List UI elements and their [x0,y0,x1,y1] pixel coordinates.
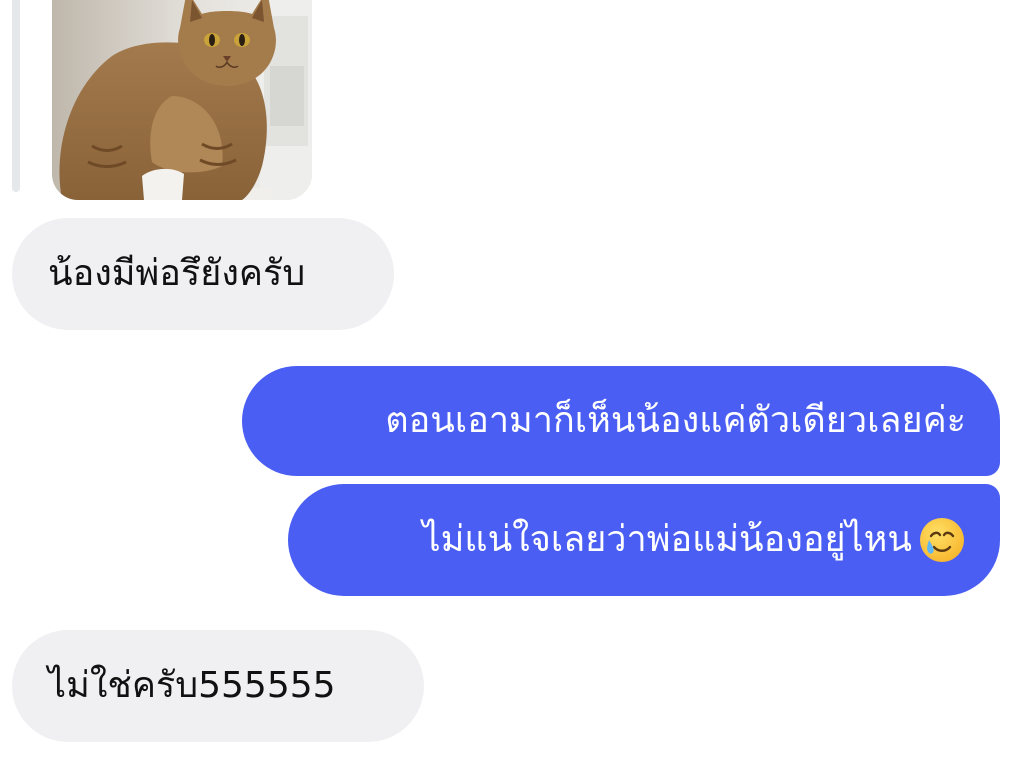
incoming-message-bubble[interactable]: น้องมีพ่อรึยังครับ [12,218,394,330]
message-text: ไม่แน่ใจเลยว่าพ่อแม่น้องอยู่ไหน [422,519,912,560]
outgoing-message-bubble[interactable]: ตอนเอามาก็เห็นน้องแค่ตัวเดียวเลยค่ะ [242,366,1000,476]
message-text: ไม่ใช่ครับ555555 [48,665,336,706]
outgoing-message-bubble[interactable]: ไม่แน่ใจเลยว่าพ่อแม่น้องอยู่ไหน [288,484,1000,596]
incoming-message-bubble[interactable]: ไม่ใช่ครับ555555 [12,630,424,742]
message-text: ตอนเอามาก็เห็นน้องแค่ตัวเดียวเลยค่ะ [385,400,966,441]
reply-indicator-bar [12,0,20,192]
chat-conversation: น้องมีพ่อรึยังครับ ตอนเอามาก็เห็นน้องแค่… [0,0,1024,776]
message-text: น้องมีพ่อรึยังครับ [48,253,306,294]
cat-image [52,0,312,200]
smiling-face-with-tear-icon [918,516,966,564]
cat-photo-message[interactable] [52,0,312,200]
